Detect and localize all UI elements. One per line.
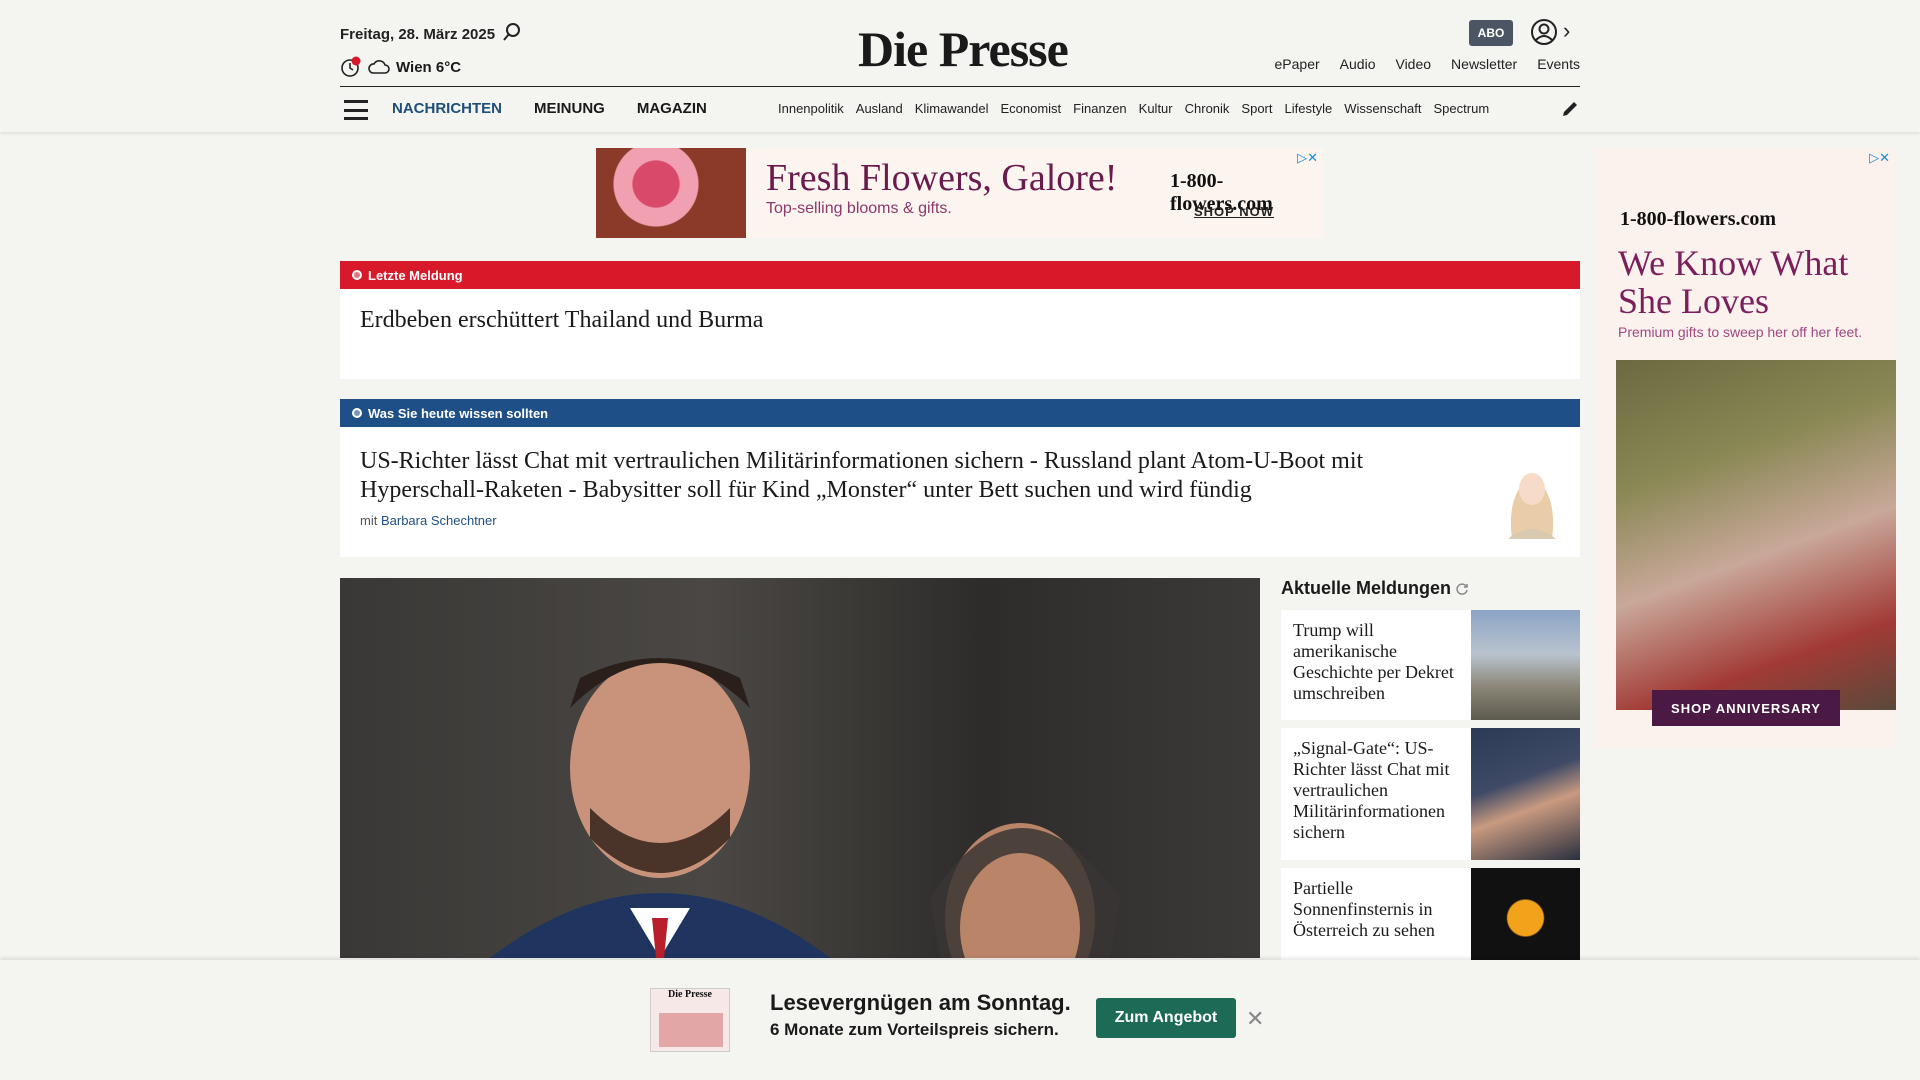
live-dot-icon <box>352 408 362 418</box>
news-item-image <box>1471 728 1580 860</box>
aktuelle-title[interactable]: Aktuelle Meldungen <box>1281 578 1469 599</box>
nav-sport[interactable]: Sport <box>1241 101 1272 116</box>
current-date: Freitag, 28. März 2025 <box>340 26 496 43</box>
chevron-right-icon[interactable]: › <box>1563 18 1570 44</box>
close-icon[interactable]: ✕ <box>1246 1006 1264 1032</box>
nav-klimawandel[interactable]: Klimawandel <box>915 101 989 116</box>
nav-ausland[interactable]: Ausland <box>856 101 903 116</box>
breaking-label: Letzte Meldung <box>368 267 463 283</box>
author-link[interactable]: Barbara Schechtner <box>381 513 497 528</box>
cloud-icon <box>368 60 390 74</box>
live-dot-icon <box>352 270 362 280</box>
nav-kultur[interactable]: Kultur <box>1139 101 1173 116</box>
nav-economist[interactable]: Economist <box>1000 101 1061 116</box>
top-links: ePaper Audio Video Newsletter Events <box>1275 56 1580 72</box>
adchoices-icon[interactable]: ▷✕ <box>1297 150 1318 166</box>
newspaper-label: Die Presse <box>668 989 712 1000</box>
adchoices-icon[interactable]: ▷✕ <box>1869 150 1890 166</box>
author-avatar <box>1508 473 1556 539</box>
hero-image[interactable] <box>340 578 1260 958</box>
top-ad-banner[interactable]: Fresh Flowers, Galore! Top-selling bloom… <box>596 148 1324 238</box>
promo-subline: 6 Monate zum Vorteilspreis sichern. <box>770 1020 1059 1039</box>
nav-wissenschaft[interactable]: Wissenschaft <box>1344 101 1421 116</box>
nav-lifestyle[interactable]: Lifestyle <box>1285 101 1333 116</box>
news-item-title[interactable]: Partielle Sonnenfinsternis in Österreich… <box>1281 868 1471 968</box>
briefing-author: mit Barbara Schechtner <box>340 513 1580 528</box>
abo-button[interactable]: ABO <box>1469 20 1513 46</box>
site-logo[interactable]: Die Presse <box>858 20 1069 78</box>
nav-chronik[interactable]: Chronik <box>1185 101 1230 116</box>
link-video[interactable]: Video <box>1395 56 1431 72</box>
briefing-title[interactable]: US-Richter lässt Chat mit vertraulichen … <box>340 427 1420 513</box>
nav-innenpolitik[interactable]: Innenpolitik <box>778 101 844 116</box>
main-nav: NACHRICHTEN MEINUNG MAGAZIN <box>392 100 707 117</box>
search-icon[interactable] <box>502 22 522 42</box>
side-ad-photo <box>1616 360 1896 710</box>
ad-subline: Top-selling blooms & gifts. <box>766 200 952 217</box>
zum-angebot-button[interactable]: Zum Angebot <box>1096 998 1236 1038</box>
nav-finanzen[interactable]: Finanzen <box>1073 101 1126 116</box>
side-ad-headline: We Know What She Loves <box>1618 243 1849 321</box>
header-divider <box>340 86 1580 87</box>
nav-magazin[interactable]: MAGAZIN <box>637 100 707 117</box>
weather-widget[interactable]: Wien 6°C <box>340 56 461 78</box>
section-nav: Innenpolitik Ausland Klimawandel Economi… <box>778 101 1540 116</box>
weather-label: Wien 6°C <box>396 58 462 76</box>
promo-banner: Die Presse Lesevergnügen am Sonntag. 6 M… <box>0 960 1920 1080</box>
news-item[interactable]: „Signal-Gate“: US-Richter lässt Chat mit… <box>1281 728 1580 860</box>
side-ad-cta[interactable]: SHOP ANNIVERSARY <box>1652 690 1840 726</box>
side-ad-brand: 1-800-flowers.com <box>1620 208 1777 230</box>
hero-photo <box>490 658 1120 958</box>
nav-meinung[interactable]: MEINUNG <box>534 100 605 117</box>
menu-icon[interactable] <box>344 100 368 120</box>
pencil-icon[interactable] <box>1560 99 1580 119</box>
nav-spectrum[interactable]: Spectrum <box>1434 101 1490 116</box>
news-item-image <box>1471 868 1580 968</box>
link-epaper[interactable]: ePaper <box>1275 56 1320 72</box>
breaking-news-box[interactable]: Letzte Meldung Erdbeben erschüttert Thai… <box>340 261 1580 379</box>
nav-nachrichten[interactable]: NACHRICHTEN <box>392 100 502 117</box>
aktuelle-title-label: Aktuelle Meldungen <box>1281 578 1452 598</box>
news-item-image <box>1471 610 1580 720</box>
user-icon[interactable] <box>1530 18 1558 46</box>
news-item-title[interactable]: „Signal-Gate“: US-Richter lässt Chat mit… <box>1281 728 1471 860</box>
news-item-title[interactable]: Trump will amerikanische Geschichte per … <box>1281 610 1471 720</box>
link-events[interactable]: Events <box>1537 56 1580 72</box>
notification-icon[interactable] <box>340 56 362 78</box>
site-header: Freitag, 28. März 2025 Wien 6°C Die Pres… <box>0 0 1920 132</box>
ad-headline: Fresh Flowers, Galore! <box>766 157 1118 199</box>
news-item[interactable]: Partielle Sonnenfinsternis in Österreich… <box>1281 868 1580 968</box>
briefing-label: Was Sie heute wissen sollten <box>368 405 549 421</box>
link-newsletter[interactable]: Newsletter <box>1451 56 1517 72</box>
briefing-box[interactable]: Was Sie heute wissen sollten US-Richter … <box>340 399 1580 557</box>
side-ad[interactable]: ▷✕ 1-800-flowers.com We Know What She Lo… <box>1596 148 1896 748</box>
refresh-icon[interactable] <box>1455 582 1469 596</box>
newspaper-thumbnail: Die Presse <box>650 988 730 1052</box>
promo-headline: Lesevergnügen am Sonntag. <box>770 990 1071 1015</box>
breaking-title[interactable]: Erdbeben erschüttert Thailand und Burma <box>340 289 1580 352</box>
link-audio[interactable]: Audio <box>1340 56 1376 72</box>
side-ad-subline: Premium gifts to sweep her off her feet. <box>1618 324 1863 340</box>
ad-flower-image <box>596 148 746 238</box>
ad-shop-now[interactable]: SHOP NOW <box>1194 204 1274 219</box>
newspaper-image <box>659 1013 723 1047</box>
author-prefix: mit <box>360 513 378 528</box>
news-item[interactable]: Trump will amerikanische Geschichte per … <box>1281 610 1580 720</box>
